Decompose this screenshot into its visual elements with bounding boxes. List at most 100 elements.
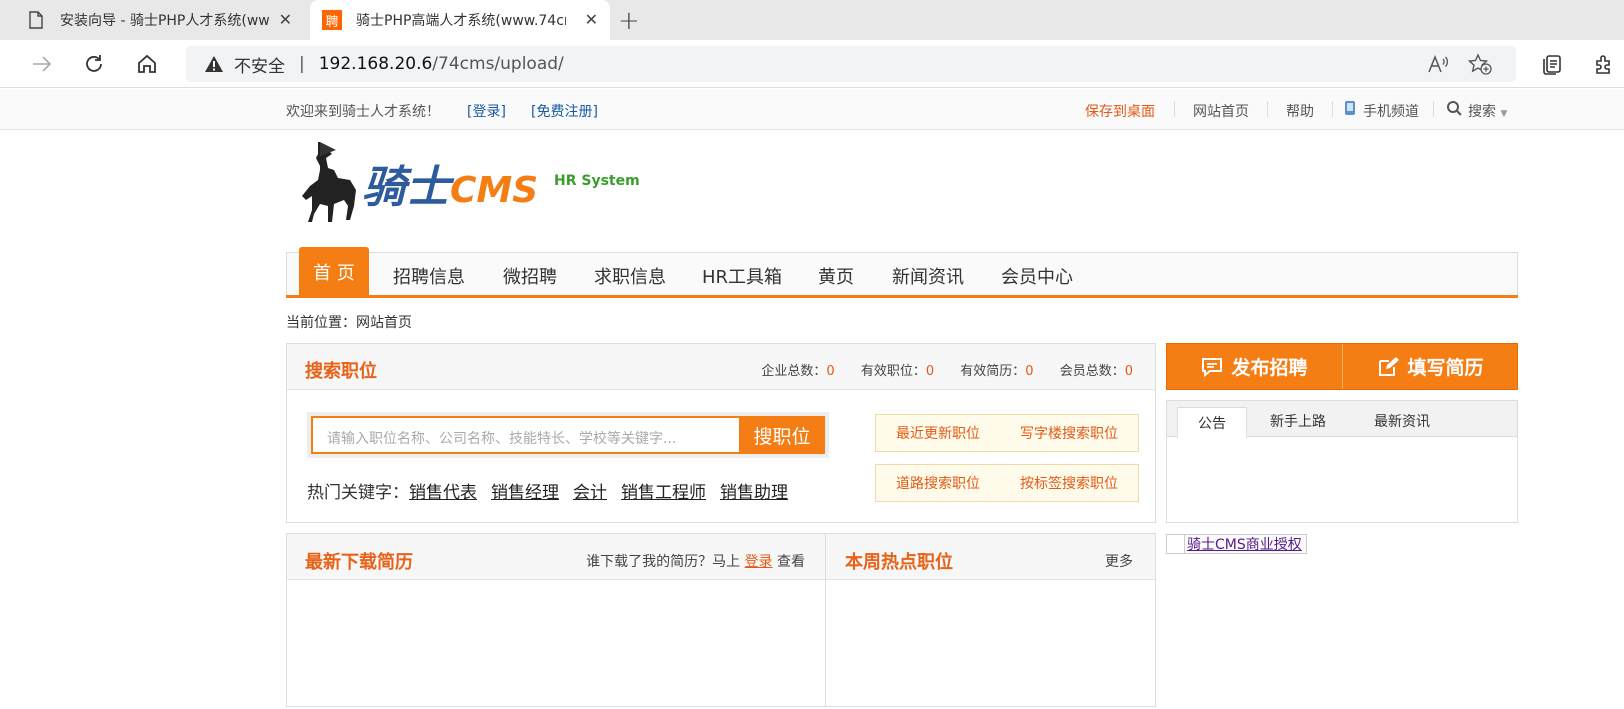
- site-favicon-icon: 聘: [322, 10, 342, 30]
- breadcrumb-label: 当前位置：: [286, 315, 356, 331]
- notice-box: 公告 新手上路 最新资讯: [1166, 400, 1518, 523]
- hot-keywords-label: 热门关键字：: [307, 483, 409, 503]
- hot-keyword-link[interactable]: 销售助理: [720, 483, 788, 503]
- hot-keyword-link[interactable]: 销售工程师: [621, 483, 706, 503]
- browser-toolbar: 不安全 | 192.168.20.6/74cms/upload/: [0, 40, 1624, 88]
- register-link[interactable]: [免费注册]: [531, 101, 598, 121]
- chevron-down-icon: ▼: [1500, 109, 1508, 119]
- save-desktop-link[interactable]: 保存到桌面: [1085, 101, 1155, 121]
- divider: [1433, 101, 1434, 117]
- browser-tab-active[interactable]: 聘 骑士PHP高端人才系统(www.74cms.com) ✕: [310, 0, 610, 40]
- welcome-text: 欢迎来到骑士人才系统！: [286, 104, 440, 120]
- reload-icon[interactable]: [80, 50, 108, 78]
- stat-label: 有效简历：: [960, 364, 1026, 379]
- help-link[interactable]: 帮助: [1286, 101, 1314, 121]
- site-stats: 企业总数：0 有效职位：0 有效简历：0 会员总数：0: [761, 360, 1133, 379]
- stat-label: 有效职位：: [860, 364, 926, 379]
- site-home-link[interactable]: 网站首页: [1193, 101, 1249, 121]
- nav-item-yellow-pages[interactable]: 黄页: [818, 263, 854, 289]
- logo-tagline: HR System: [554, 173, 640, 189]
- latest-resumes-panel: 最新下载简历 谁下载了我的简历？马上 登录 查看: [286, 533, 826, 707]
- divider: [1332, 101, 1333, 117]
- tag-search-link[interactable]: 按标签搜索职位: [1020, 473, 1118, 493]
- nav-item-news[interactable]: 新闻资讯: [892, 263, 964, 289]
- commercial-license-link[interactable]: 骑士CMS商业授权: [1166, 534, 1307, 554]
- latest-resumes-header: 最新下载简历 谁下载了我的简历？马上 登录 查看: [287, 534, 825, 580]
- site-topbar: 欢迎来到骑士人才系统！ [登录] [免费注册] 保存到桌面 网站首页 帮助 手机…: [0, 89, 1624, 130]
- more-link[interactable]: 更多: [1105, 551, 1133, 571]
- broken-image-icon: [1167, 535, 1185, 553]
- road-search-link[interactable]: 道路搜索职位: [896, 473, 980, 493]
- divider: [1174, 101, 1175, 117]
- stat-value: 0: [826, 364, 835, 379]
- tab-title: 安装向导 - 骑士PHP人才系统(www.74cms.com): [60, 13, 270, 29]
- hot-keywords: 热门关键字：销售代表 销售经理 会计 销售工程师 销售助理: [307, 478, 788, 503]
- commercial-license-label: 骑士CMS商业授权: [1187, 537, 1302, 553]
- tab-latest-news[interactable]: 最新资讯: [1374, 411, 1430, 431]
- nav-item-micro-recruit[interactable]: 微招聘: [503, 263, 557, 289]
- note-text: 谁下载了我的简历？马上: [586, 554, 741, 570]
- search-dropdown[interactable]: 搜索 ▼: [1468, 101, 1507, 121]
- close-icon[interactable]: ✕: [279, 10, 292, 29]
- page-icon: [26, 10, 46, 30]
- comment-icon: [1202, 357, 1223, 377]
- logo-text-cms: CMS: [450, 170, 538, 211]
- hot-jobs-title: 本周热点职位: [845, 552, 953, 573]
- favorite-add-icon[interactable]: [1468, 52, 1492, 76]
- fill-resume-button[interactable]: 填写简历: [1343, 344, 1518, 389]
- browser-tab-install[interactable]: 安装向导 - 骑士PHP人才系统(www.74cms.com) ✕: [14, 0, 304, 40]
- hot-jobs-panel: 本周热点职位 更多: [825, 533, 1156, 707]
- nav-item-seekers[interactable]: 求职信息: [594, 263, 666, 289]
- new-tab-icon[interactable]: +: [618, 6, 640, 36]
- note-text: 查看: [777, 554, 805, 570]
- search-jobs-button[interactable]: 搜职位: [739, 416, 825, 454]
- office-building-search-link[interactable]: 写字楼搜索职位: [1020, 423, 1118, 443]
- collections-icon[interactable]: [1538, 50, 1566, 78]
- post-job-button[interactable]: 发布招聘: [1167, 344, 1342, 389]
- search-panel-header: 搜索职位 企业总数：0 有效职位：0 有效简历：0 会员总数：0: [287, 344, 1155, 390]
- nav-item-member[interactable]: 会员中心: [1001, 263, 1073, 289]
- tab-beginner-guide[interactable]: 新手上路: [1270, 411, 1326, 431]
- tab-notice[interactable]: 公告: [1177, 407, 1247, 438]
- logo-text-cn: 骑士: [362, 162, 455, 213]
- login-link[interactable]: [登录]: [467, 101, 506, 121]
- nav-underline: [286, 295, 1518, 298]
- nav-item-jobs[interactable]: 招聘信息: [393, 263, 465, 289]
- search-panel-body: 请输入职位名称、公司名称、技能特长、学校等关键字... 搜职位 热门关键字：销售…: [287, 390, 1155, 522]
- nav-item-home[interactable]: 首 页: [299, 247, 369, 296]
- job-search-input[interactable]: 请输入职位名称、公司名称、技能特长、学校等关键字...: [311, 416, 739, 454]
- address-bar[interactable]: 不安全 | 192.168.20.6/74cms/upload/: [186, 46, 1516, 82]
- read-aloud-icon[interactable]: [1426, 52, 1450, 76]
- hot-jobs-header: 本周热点职位 更多: [826, 534, 1155, 580]
- post-job-label: 发布招聘: [1231, 357, 1308, 379]
- breadcrumb-home[interactable]: 网站首页: [356, 315, 412, 331]
- resume-login-link[interactable]: 登录: [745, 554, 773, 570]
- extensions-icon[interactable]: [1590, 50, 1618, 78]
- stat-label: 企业总数：: [761, 364, 827, 379]
- stat-value: 0: [1025, 364, 1034, 379]
- security-label[interactable]: 不安全: [234, 52, 285, 77]
- edit-icon: [1379, 356, 1400, 376]
- latest-resumes-title: 最新下载简历: [305, 552, 413, 573]
- main-nav: 首 页 招聘信息 微招聘 求职信息 HR工具箱 黄页 新闻资讯 会员中心: [286, 247, 1518, 296]
- resume-login-note: 谁下载了我的简历？马上 登录 查看: [586, 551, 805, 571]
- warning-icon: [205, 56, 223, 72]
- close-icon[interactable]: ✕: [585, 10, 598, 29]
- url-path: /74cms/upload/: [432, 54, 564, 74]
- hot-keyword-link[interactable]: 销售代表: [409, 483, 477, 503]
- latest-jobs-link[interactable]: 最近更新职位: [896, 423, 980, 443]
- tab-title: 骑士PHP高端人才系统(www.74cms.com): [356, 13, 566, 29]
- hot-keyword-link[interactable]: 销售经理: [491, 483, 559, 503]
- divider: [1267, 101, 1268, 117]
- hot-keyword-link[interactable]: 会计: [573, 483, 607, 503]
- fill-resume-label: 填写简历: [1407, 357, 1484, 379]
- nav-item-hr-tools[interactable]: HR工具箱: [702, 263, 782, 289]
- search-box: 请输入职位名称、公司名称、技能特长、学校等关键字... 搜职位: [307, 412, 829, 458]
- search-panel-title: 搜索职位: [305, 361, 377, 382]
- knight-logo-icon: 骑士 CMS: [302, 142, 538, 222]
- forward-icon[interactable]: [28, 50, 56, 78]
- mobile-channel-link[interactable]: 手机频道: [1363, 101, 1419, 121]
- stat-value: 0: [1124, 364, 1133, 379]
- stat-label: 会员总数：: [1059, 364, 1125, 379]
- home-icon[interactable]: [133, 50, 161, 78]
